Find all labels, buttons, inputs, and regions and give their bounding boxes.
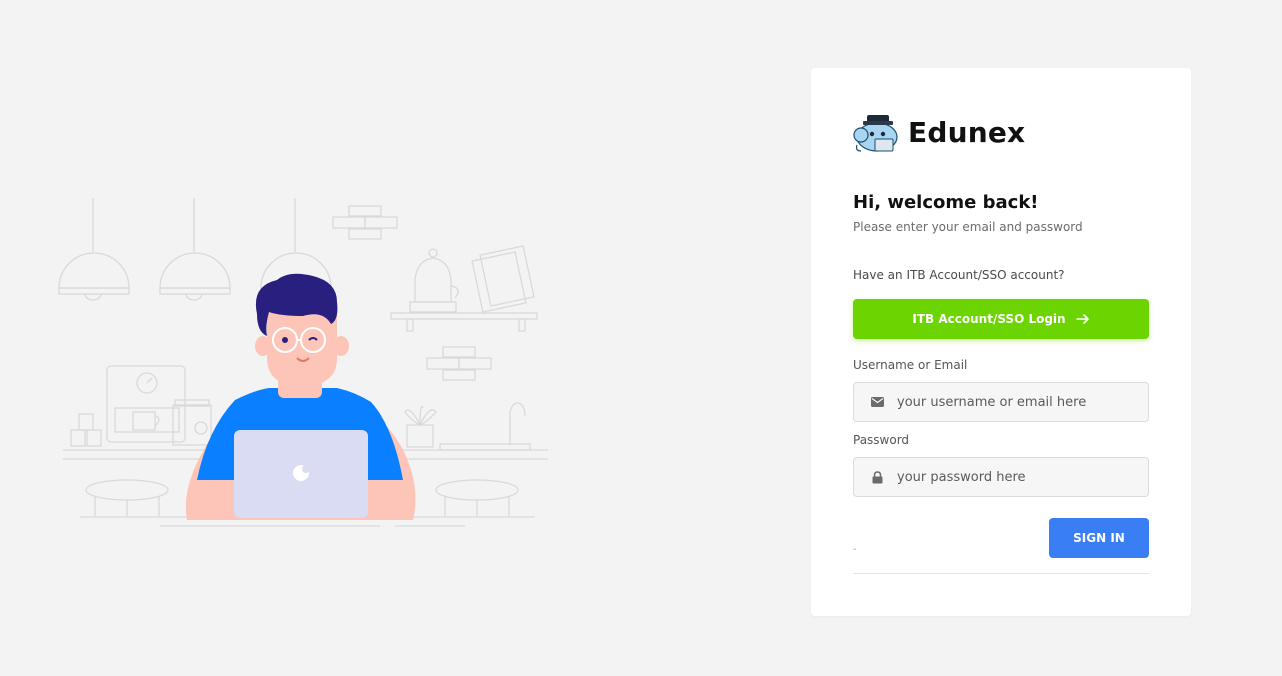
welcome-title: Hi, welcome back! (853, 192, 1039, 213)
login-page: Edunex Hi, welcome back! Please enter yo… (0, 0, 1282, 676)
lock-icon (869, 469, 885, 485)
person-at-laptop-illustration (58, 198, 548, 527)
sso-login-label: ITB Account/SSO Login (912, 312, 1066, 326)
sso-login-button[interactable]: ITB Account/SSO Login (853, 299, 1149, 339)
password-field[interactable] (853, 457, 1149, 497)
brand-name: Edunex (908, 115, 1026, 149)
sso-question: Have an ITB Account/SSO account? (853, 268, 1065, 282)
login-card: Edunex Hi, welcome back! Please enter yo… (811, 68, 1191, 616)
username-input[interactable] (897, 387, 1137, 417)
arrow-right-icon (1075, 313, 1090, 325)
password-label: Password (853, 433, 910, 447)
username-field[interactable] (853, 382, 1149, 422)
login-form: Edunex Hi, welcome back! Please enter yo… (853, 68, 1149, 616)
envelope-icon (869, 394, 885, 410)
brand: Edunex (853, 108, 1025, 156)
divider (853, 573, 1149, 574)
welcome-subtitle: Please enter your email and password (853, 220, 1083, 234)
username-label: Username or Email (853, 358, 968, 372)
sign-in-button[interactable]: SIGN IN (1049, 518, 1149, 558)
password-input[interactable] (897, 462, 1137, 492)
edunex-mascot-logo (853, 115, 898, 152)
footer-mark: - (853, 544, 857, 555)
